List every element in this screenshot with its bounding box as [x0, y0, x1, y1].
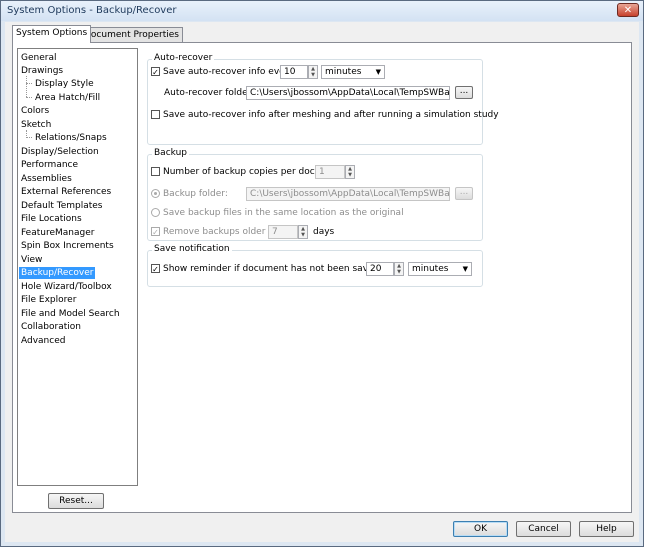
tree-item-performance[interactable]: Performance [19, 159, 80, 171]
cancel-button[interactable]: Cancel [516, 521, 571, 537]
notification-reminder-checkbox[interactable]: ✓ [151, 264, 160, 274]
tree-item-file-and-model-search[interactable]: File and Model Search [19, 308, 122, 320]
notification-reminder-label: Show reminder if document has not been s… [163, 264, 398, 274]
tree-item-view[interactable]: View [19, 254, 44, 266]
window-title: System Options - Backup/Recover [7, 5, 177, 16]
chevron-down-icon: ▼ [375, 68, 381, 76]
tree-item-relations-snaps[interactable]: Relations/Snaps [33, 132, 109, 144]
tree-item-drawings[interactable]: Drawings [19, 65, 65, 77]
tree-item-backup-recover[interactable]: Backup/Recover [19, 267, 96, 279]
ok-button[interactable]: OK [453, 521, 508, 537]
autorecover-unit-select[interactable]: minutes ▼ [321, 65, 385, 79]
autorecover-folder-input[interactable]: C:\Users\jbossom\AppData\Local\TempSWBac… [246, 86, 450, 100]
dialog-window: System Options - Backup/Recover ✕ System… [0, 0, 644, 547]
notification-group: Save notification ✓ Show reminder if docu… [147, 244, 483, 287]
backup-same-location-row[interactable]: Save backup files in the same location a… [151, 206, 404, 220]
tree-connector [26, 83, 32, 84]
tree-item-collaboration[interactable]: Collaboration [19, 321, 83, 333]
tree-item-colors[interactable]: Colors [19, 105, 51, 117]
backup-remove-unit: days [313, 227, 335, 237]
autorecover-interval-spinner[interactable]: ▲ ▼ [308, 65, 318, 79]
tree-item-file-explorer[interactable]: File Explorer [19, 294, 78, 306]
autorecover-group: Auto-recover ✓ Save auto-recover info eve… [147, 53, 499, 145]
help-button[interactable]: Help [579, 521, 634, 537]
autorecover-meshing-row[interactable]: Save auto-recover info after meshing and… [151, 108, 499, 122]
notification-title: Save notification [152, 244, 232, 254]
tree-item-general[interactable]: General [19, 52, 58, 64]
autorecover-interval-input[interactable]: 10 [280, 65, 308, 79]
autorecover-browse-button[interactable]: ... [455, 86, 473, 99]
notification-interval-spinner[interactable]: ▲ ▼ [394, 262, 404, 276]
backup-same-location-label: Save backup files in the same location a… [163, 208, 404, 218]
autorecover-meshing-label: Save auto-recover info after meshing and… [163, 110, 499, 120]
autorecover-enable-label: Save auto-recover info every: [163, 67, 297, 77]
dialog-client: System Options Document Properties Gener… [5, 22, 639, 542]
tree-item-spin-box-increments[interactable]: Spin Box Increments [19, 240, 116, 252]
notification-interval-input[interactable]: 20 [366, 262, 394, 276]
backup-folder-input[interactable]: C:\Users\jbossom\AppData\Local\TempSWBac… [246, 187, 450, 201]
backup-copies-checkbox[interactable] [151, 167, 160, 176]
options-tree: General Drawings Display Style Area Hatc… [17, 48, 138, 486]
tree-connector [26, 97, 32, 98]
tree-item-area-hatch-fill[interactable]: Area Hatch/Fill [33, 92, 102, 104]
backup-remove-spinner[interactable]: ▲ ▼ [298, 225, 308, 239]
tree-item-display-selection[interactable]: Display/Selection [19, 146, 101, 158]
tree-item-default-templates[interactable]: Default Templates [19, 200, 105, 212]
tree-connector [26, 137, 32, 138]
backup-remove-checkbox[interactable]: ✓ [151, 227, 160, 237]
backup-title: Backup [152, 148, 189, 158]
tree-item-advanced[interactable]: Advanced [19, 335, 67, 347]
notification-unit-value: minutes [412, 264, 449, 274]
tree-item-display-style[interactable]: Display Style [33, 78, 96, 90]
tree-item-external-references[interactable]: External References [19, 186, 113, 198]
title-bar[interactable]: System Options - Backup/Recover ✕ [1, 1, 643, 21]
autorecover-enable-checkbox[interactable]: ✓ [151, 67, 160, 77]
notification-unit-select[interactable]: minutes ▼ [408, 262, 472, 276]
chevron-down-icon: ▼ [462, 265, 468, 273]
notification-reminder-row[interactable]: ✓ Show reminder if document has not been … [151, 262, 397, 276]
backup-browse-button[interactable]: ... [455, 187, 473, 200]
tree-item-sketch[interactable]: Sketch [19, 119, 53, 131]
backup-folder-row[interactable]: Backup folder: [151, 187, 228, 201]
backup-remove-input[interactable]: 7 [268, 225, 298, 239]
autorecover-unit-value: minutes [325, 67, 362, 77]
tree-connector [26, 76, 27, 97]
autorecover-meshing-checkbox[interactable] [151, 110, 160, 119]
close-button[interactable]: ✕ [617, 3, 639, 17]
tree-item-assemblies[interactable]: Assemblies [19, 173, 74, 185]
backup-group: Backup Number of backup copies per docum… [147, 148, 483, 241]
backup-folder-radio[interactable] [151, 189, 160, 198]
backup-same-location-radio[interactable] [151, 208, 160, 217]
backup-copies-spinner[interactable]: ▲ ▼ [345, 165, 355, 179]
backup-folder-label: Backup folder: [163, 189, 228, 199]
autorecover-title: Auto-recover [152, 53, 215, 63]
tab-system-options[interactable]: System Options [12, 25, 92, 43]
tree-item-file-locations[interactable]: File Locations [19, 213, 84, 225]
autorecover-folder-label: Auto-recover folder: [164, 88, 255, 98]
reset-button[interactable]: Reset... [48, 493, 104, 509]
backup-copies-input[interactable]: 1 [315, 165, 345, 179]
autorecover-enable-row[interactable]: ✓ Save auto-recover info every: [151, 65, 296, 79]
tree-item-featuremanager[interactable]: FeatureManager [19, 227, 96, 239]
tree-item-hole-wizard-toolbox[interactable]: Hole Wizard/Toolbox [19, 281, 114, 293]
tab-document-properties[interactable]: Document Properties [80, 27, 183, 42]
options-panel: General Drawings Display Style Area Hatc… [12, 42, 632, 513]
